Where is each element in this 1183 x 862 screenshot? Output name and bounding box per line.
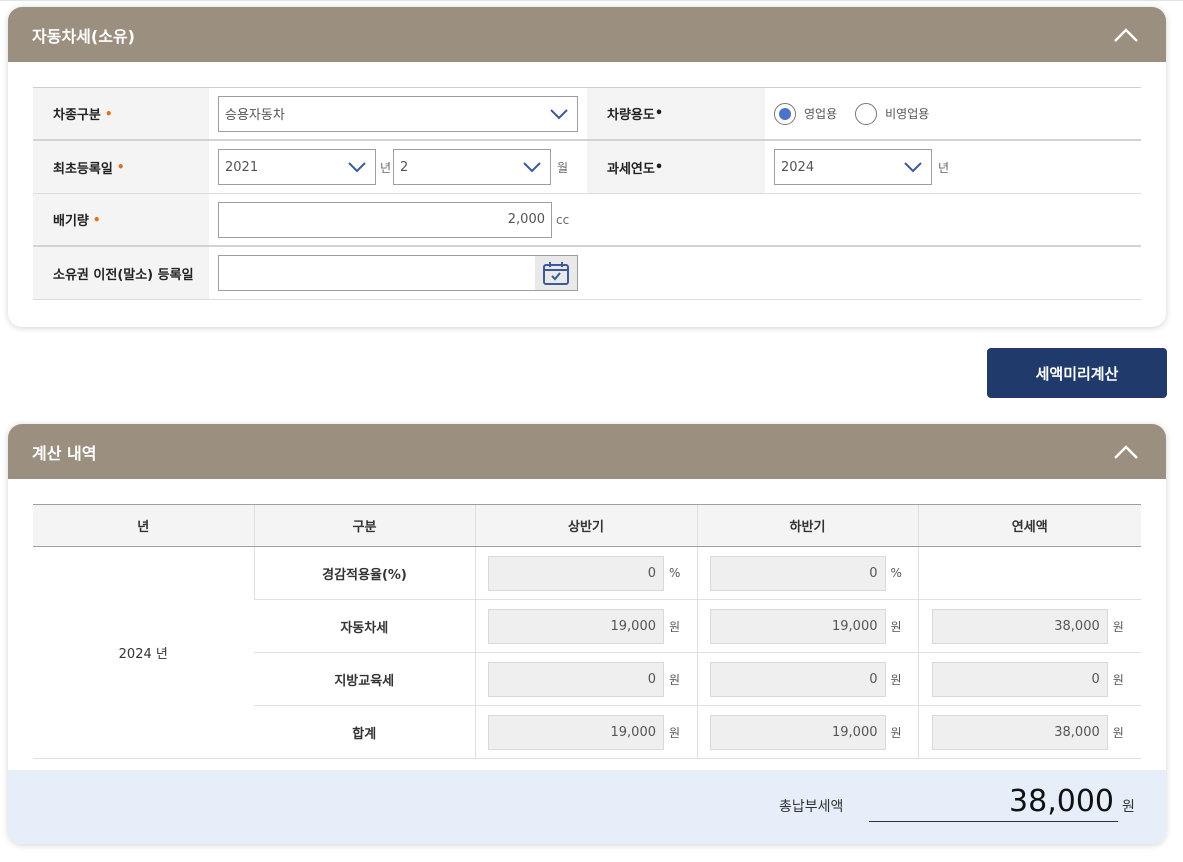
vehicle-type-value: 승용자동차 bbox=[225, 108, 285, 123]
required-mark: • bbox=[654, 106, 664, 121]
usage-radio-noncommercial[interactable]: 비영업용 bbox=[855, 102, 929, 125]
row-category: 경감적용율(%) bbox=[253, 546, 475, 600]
header-category: 구분 bbox=[253, 504, 475, 547]
total-bar: 총납부세액 38,000 원 bbox=[8, 770, 1166, 844]
result-panel: 계산 내역 년 구분 상반기 하반기 연세액 2024 년 경감적용율(%) 0… bbox=[8, 424, 1166, 844]
readonly-field: 19,000 bbox=[709, 714, 886, 750]
form-row-displacement: 배기량 • 2,000 cc bbox=[33, 194, 1141, 247]
year-unit: 년 bbox=[380, 160, 392, 175]
first-reg-label: 최초등록일 • bbox=[33, 141, 209, 193]
readonly-field: 19,000 bbox=[709, 608, 886, 644]
row-category: 지방교육세 bbox=[254, 652, 475, 706]
first-reg-month-select[interactable]: 2 bbox=[393, 149, 552, 185]
chevron-down-icon bbox=[348, 162, 366, 173]
result-panel-title: 계산 내역 bbox=[32, 443, 97, 463]
displacement-unit: cc bbox=[556, 212, 570, 227]
month-unit: 월 bbox=[557, 160, 569, 175]
form-row-type: 차종구분 • 승용자동차 차량용도 • 영업용 비영업용 bbox=[33, 88, 1141, 141]
transfer-date-cell bbox=[209, 247, 578, 299]
chevron-up-icon[interactable] bbox=[1112, 442, 1140, 462]
form-row-transfer: 소유권 이전(말소) 등록일 bbox=[33, 247, 1141, 300]
chevron-down-icon bbox=[523, 162, 541, 173]
usage-cell: 영업용 비영업용 bbox=[765, 88, 947, 139]
year-cell: 2024 년 bbox=[33, 546, 254, 759]
total-value: 38,000 bbox=[869, 784, 1118, 822]
row-category: 합계 bbox=[254, 705, 475, 759]
readonly-field: 19,000 bbox=[488, 608, 664, 644]
calendar-button[interactable] bbox=[535, 256, 577, 290]
total-unit: 원 bbox=[1122, 799, 1135, 815]
readonly-field: 0 bbox=[488, 555, 664, 591]
readonly-field: 19,000 bbox=[488, 714, 664, 750]
total-label: 총납부세액 bbox=[779, 799, 844, 815]
readonly-field: 0 bbox=[931, 661, 1108, 697]
top-divider bbox=[0, 0, 1183, 1]
tax-year-unit: 년 bbox=[938, 160, 950, 175]
usage-radio-commercial[interactable]: 영업용 bbox=[774, 102, 837, 125]
required-mark: • bbox=[654, 159, 664, 175]
chevron-down-icon bbox=[904, 162, 922, 173]
vehicle-form: 차종구분 • 승용자동차 차량용도 • 영업용 비영업용 최초등록일 • 202… bbox=[33, 87, 1141, 300]
displacement-cell: 2,000 cc bbox=[209, 194, 573, 245]
empty-cell bbox=[917, 546, 1141, 600]
result-table: 년 구분 상반기 하반기 연세액 2024 년 경감적용율(%) 0% 0% 자… bbox=[33, 504, 1141, 759]
required-mark: • bbox=[116, 160, 125, 174]
form-row-registration: 최초등록일 • 2021 년 2 월 과세연도 • 2024 년 bbox=[33, 141, 1141, 194]
first-reg-year-select[interactable]: 2021 bbox=[218, 149, 376, 185]
readonly-field: 0 bbox=[709, 555, 886, 591]
result-header-row: 년 구분 상반기 하반기 연세액 bbox=[33, 504, 1141, 547]
vehicle-panel-header: 자동차세(소유) bbox=[8, 7, 1166, 62]
transfer-date-input[interactable] bbox=[218, 255, 578, 291]
vehicle-type-cell: 승용자동차 bbox=[209, 88, 587, 139]
readonly-field: 38,000 bbox=[931, 714, 1108, 750]
transfer-date-label: 소유권 이전(말소) 등록일 bbox=[33, 247, 209, 299]
tax-year-select[interactable]: 2024 bbox=[774, 149, 932, 185]
displacement-label: 배기량 • bbox=[33, 194, 209, 245]
calendar-icon bbox=[543, 262, 569, 285]
vehicle-type-select[interactable]: 승용자동차 bbox=[218, 95, 578, 132]
vehicle-panel-title: 자동차세(소유) bbox=[32, 26, 135, 46]
readonly-field: 38,000 bbox=[931, 608, 1108, 644]
row-category: 자동차세 bbox=[254, 599, 475, 653]
calculate-button[interactable]: 세액미리계산 bbox=[987, 348, 1167, 398]
required-mark: • bbox=[92, 212, 101, 227]
tax-year-label: 과세연도 • bbox=[587, 141, 765, 193]
readonly-field: 0 bbox=[488, 661, 664, 697]
result-panel-header: 계산 내역 bbox=[8, 424, 1166, 479]
chevron-down-icon bbox=[550, 108, 568, 119]
header-first-half: 상반기 bbox=[474, 504, 697, 547]
displacement-input[interactable]: 2,000 bbox=[218, 201, 552, 238]
radio-selected[interactable] bbox=[774, 102, 796, 125]
vehicle-type-label: 차종구분 • bbox=[33, 88, 209, 139]
vehicle-tax-panel: 자동차세(소유) 차종구분 • 승용자동차 차량용도 • 영업용 비영업용 최초… bbox=[8, 7, 1166, 327]
tax-year-cell: 2024 년 bbox=[765, 141, 953, 193]
required-mark: • bbox=[104, 106, 113, 121]
chevron-up-icon[interactable] bbox=[1112, 25, 1140, 45]
usage-label: 차량용도 • bbox=[587, 88, 765, 139]
table-row: 2024 년 경감적용율(%) 0% 0% bbox=[33, 546, 1141, 759]
first-reg-cell: 2021 년 2 월 bbox=[209, 141, 587, 193]
header-second-half: 하반기 bbox=[696, 504, 918, 547]
radio-unselected[interactable] bbox=[855, 102, 878, 125]
header-annual: 연세액 bbox=[917, 504, 1141, 547]
readonly-field: 0 bbox=[709, 661, 886, 697]
header-year: 년 bbox=[33, 504, 254, 547]
